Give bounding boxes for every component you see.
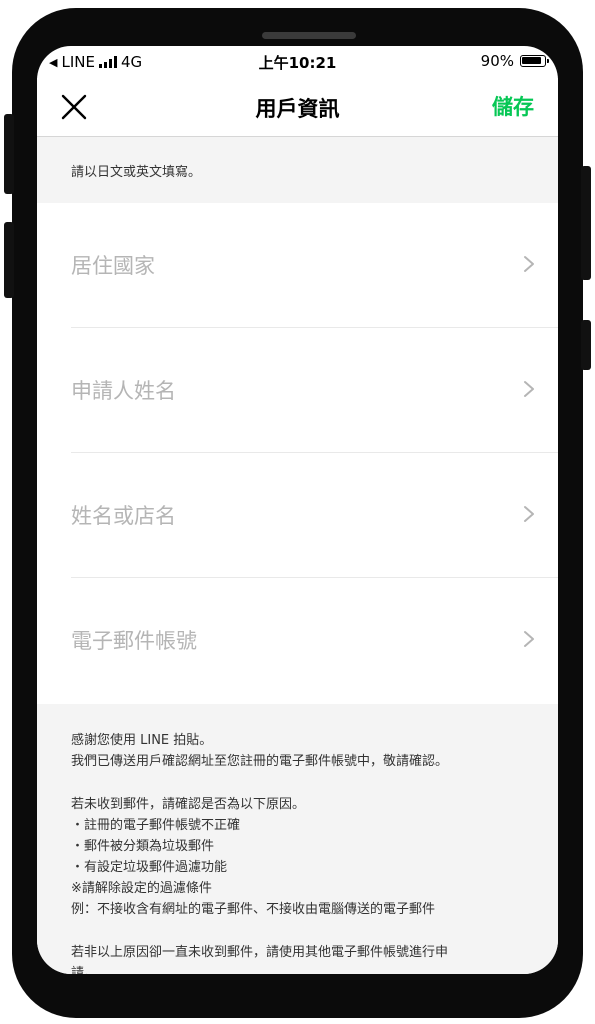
side-button-lower — [581, 320, 591, 370]
info-line: ・郵件被分類為垃圾郵件 — [71, 839, 215, 854]
field-row-applicant-name[interactable]: 申請人姓名 — [37, 328, 558, 453]
chevron-right-icon — [524, 506, 534, 522]
volume-button — [4, 222, 14, 298]
field-row-country[interactable]: 居住國家 — [37, 203, 558, 328]
info-line: 請。 — [71, 966, 98, 974]
field-row-email[interactable]: 電子郵件帳號 — [37, 578, 558, 703]
info-section: 感謝您使用 LINE 拍貼。 我們已傳送用戶確認網址至您註冊的電子郵件帳號中，敬… — [37, 704, 558, 974]
battery-percent: 90% — [480, 52, 514, 70]
mute-switch — [4, 114, 14, 194]
info-line: ・有設定垃圾郵件過濾功能 — [71, 860, 228, 875]
speaker-grille — [262, 32, 356, 39]
form-field-list: 居住國家 申請人姓名 姓名或店名 電子郵件帳號 — [37, 203, 558, 703]
chevron-right-icon — [524, 381, 534, 397]
info-footer: 若非以上原因卻一直未收到郵件，請使用其他電子郵件帳號進行申 請。 — [71, 942, 541, 974]
info-line: ・註冊的電子郵件帳號不正確 — [71, 818, 241, 833]
field-label: 申請人姓名 — [71, 379, 176, 403]
field-row-name-or-shop[interactable]: 姓名或店名 — [37, 453, 558, 578]
info-intro: 感謝您使用 LINE 拍貼。 我們已傳送用戶確認網址至您註冊的電子郵件帳號中，敬… — [71, 730, 541, 772]
navigation-bar: 用戶資訊 儲存 — [37, 78, 558, 137]
field-label: 電子郵件帳號 — [71, 629, 197, 653]
notice-text: 請以日文或英文填寫。 — [71, 165, 202, 180]
field-label: 居住國家 — [71, 254, 155, 278]
info-line: 感謝您使用 LINE 拍貼。 — [71, 733, 213, 748]
info-reasons: 若未收到郵件，請確認是否為以下原因。 ・註冊的電子郵件帳號不正確 ・郵件被分類為… — [71, 794, 541, 920]
info-line: 例：不接收含有網址的電子郵件、不接收由電腦傳送的電子郵件 — [71, 902, 436, 917]
chevron-right-icon — [524, 631, 534, 647]
info-line: 我們已傳送用戶確認網址至您註冊的電子郵件帳號中，敬請確認。 — [71, 754, 449, 769]
battery-icon — [520, 55, 549, 67]
page-title: 用戶資訊 — [255, 97, 340, 121]
screen: ◀ LINE 4G 上午10:21 90% 用戶資訊 儲存 請以日文或英文填寫。… — [37, 46, 558, 974]
status-right: 90% — [480, 52, 549, 70]
power-button — [581, 166, 591, 280]
chevron-right-icon — [524, 256, 534, 272]
notice-banner: 請以日文或英文填寫。 — [37, 137, 558, 203]
info-line: 若未收到郵件，請確認是否為以下原因。 — [71, 797, 306, 812]
info-line: ※請解除設定的過濾條件 — [71, 881, 212, 896]
info-line: 若非以上原因卻一直未收到郵件，請使用其他電子郵件帳號進行申 — [71, 945, 449, 960]
status-bar: ◀ LINE 4G 上午10:21 90% — [37, 46, 558, 78]
save-button[interactable]: 儲存 — [492, 91, 534, 121]
field-label: 姓名或店名 — [71, 504, 176, 528]
